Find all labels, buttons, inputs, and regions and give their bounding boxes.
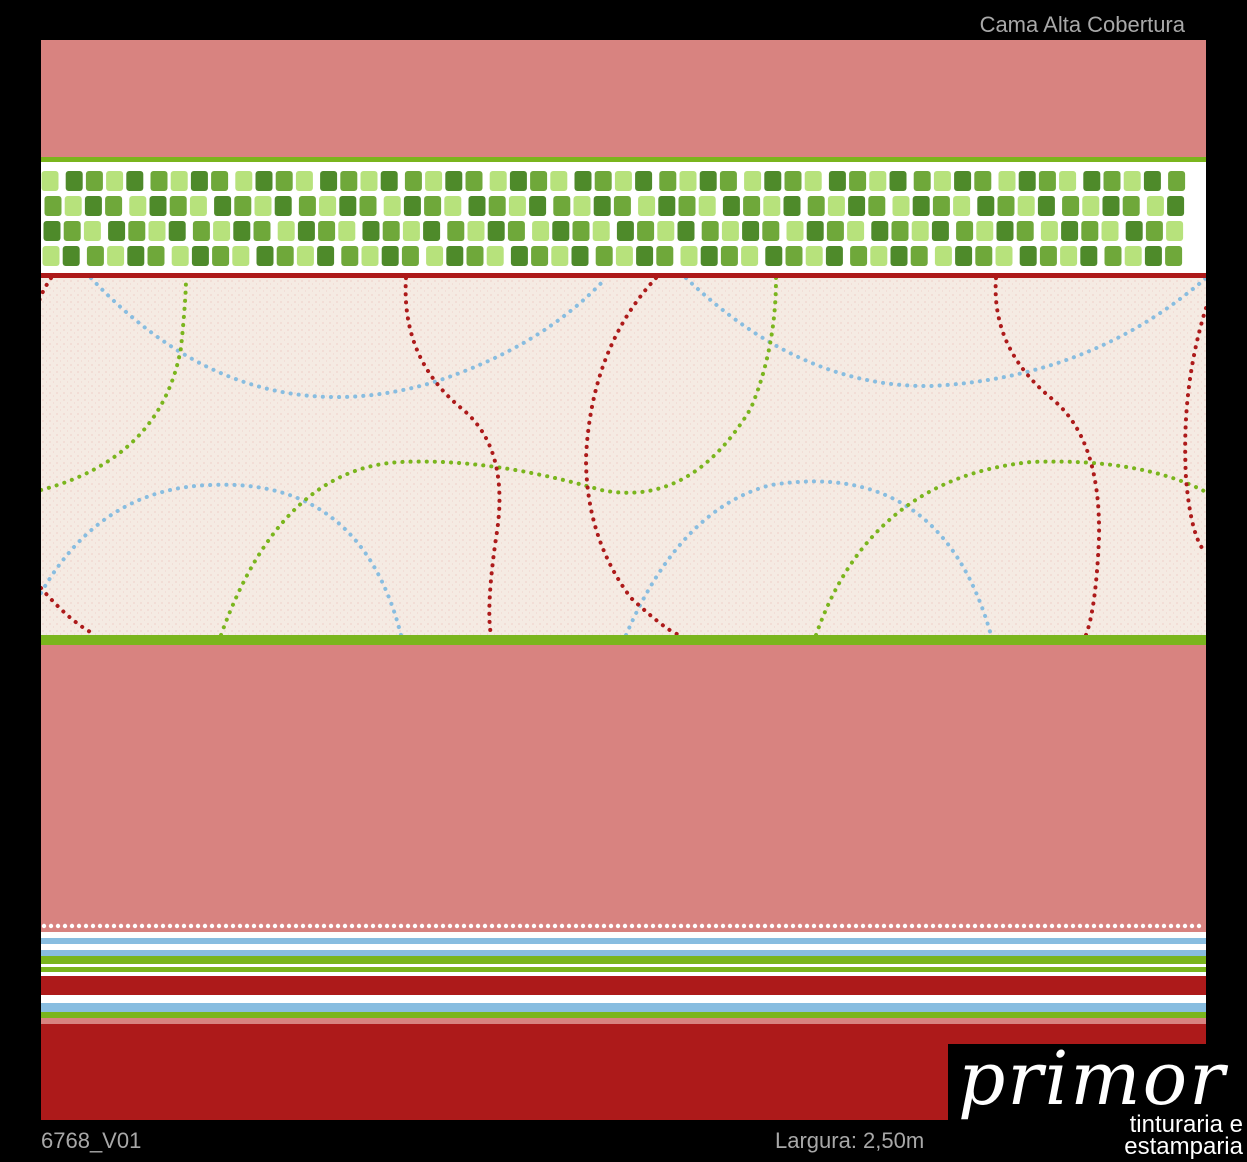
stripe-white-5 [41, 995, 1206, 1003]
logo-subtitle-line2: estamparia [1124, 1133, 1243, 1160]
fabric-design [41, 40, 1206, 1120]
stripe-red-1 [41, 976, 1206, 995]
main-salmon-band [41, 645, 1206, 920]
white-dots [41, 923, 1202, 929]
mosaic-border [41, 157, 1206, 278]
green-separator [41, 635, 1206, 645]
primor-logo: primor tinturaria e estamparia [948, 1036, 1247, 1162]
logo-wordmark: primor [958, 1036, 1227, 1122]
mosaic-tiles [41, 157, 1206, 278]
dotted-white-row [41, 920, 1206, 932]
fabric-width-label: Largura: 2,50m [775, 1128, 925, 1153]
top-salmon-band [41, 40, 1206, 157]
page-title: Cama Alta Cobertura [979, 12, 1185, 37]
curves-panel [41, 278, 1206, 635]
stripe-green-1 [41, 956, 1206, 964]
design-code: 6768_V01 [41, 1128, 142, 1153]
stripe-blue-3 [41, 1003, 1206, 1012]
curves-pattern [41, 278, 1206, 635]
